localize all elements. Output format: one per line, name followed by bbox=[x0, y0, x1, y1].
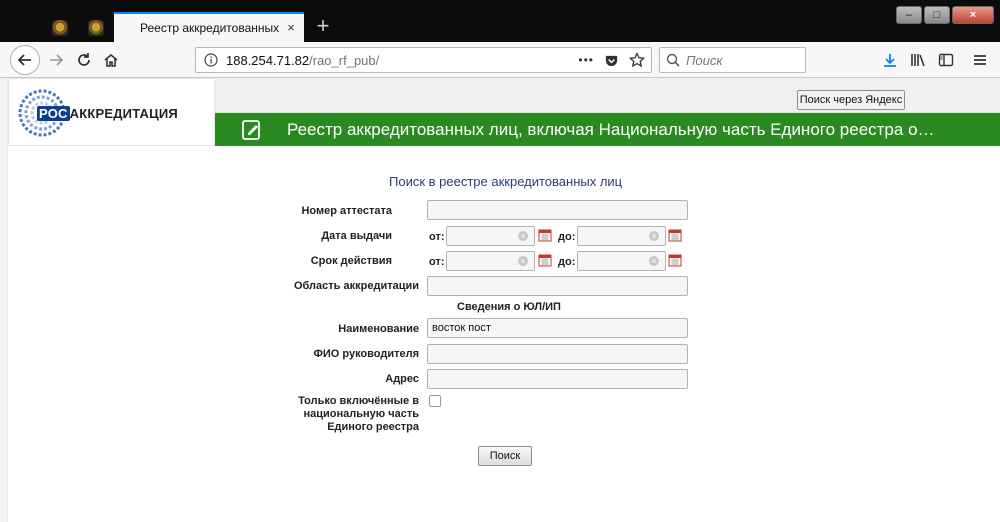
pinned-tab-2[interactable] bbox=[78, 14, 114, 42]
entity-section-heading: Сведения о ЮЛ/ИП bbox=[457, 301, 561, 313]
sidebar-icon bbox=[938, 53, 954, 67]
logo-ros: РОС bbox=[37, 106, 70, 121]
pinned-tab-1[interactable] bbox=[42, 14, 78, 42]
back-button[interactable] bbox=[10, 45, 40, 75]
home-icon bbox=[104, 53, 118, 67]
issue-date-label: Дата выдачи bbox=[321, 230, 392, 242]
accreditation-area-input[interactable] bbox=[427, 276, 688, 296]
rosaccreditation-logo[interactable]: РОС АККРЕДИТАЦИЯ bbox=[8, 78, 215, 146]
window-controls: – □ × bbox=[896, 6, 994, 24]
tab-strip: Реестр аккредитованных лиц × + – □ × bbox=[0, 0, 1000, 42]
search-icon bbox=[666, 53, 680, 67]
url-actions: ••• bbox=[578, 52, 645, 68]
reload-icon bbox=[78, 53, 90, 66]
hamburger-menu-icon bbox=[974, 55, 986, 65]
close-window-button[interactable]: × bbox=[952, 6, 994, 24]
new-tab-button[interactable]: + bbox=[312, 13, 334, 39]
clear-icon[interactable]: × bbox=[518, 256, 528, 266]
search-placeholder: Поиск bbox=[686, 52, 723, 68]
clear-icon[interactable]: × bbox=[649, 256, 659, 266]
national-only-label-line-3: Единого реестра bbox=[327, 421, 419, 433]
forward-button[interactable] bbox=[42, 46, 70, 74]
clear-icon[interactable]: × bbox=[649, 231, 659, 241]
form-title: Поиск в реестре аккредитованных лиц bbox=[389, 174, 623, 189]
validity-from-label: от: bbox=[429, 256, 445, 268]
sidebar-button[interactable] bbox=[932, 46, 960, 74]
browser-window: Реестр аккредитованных лиц × + – □ × 188… bbox=[0, 0, 1000, 522]
yandex-search-button[interactable]: Поиск через Яндекс bbox=[797, 90, 905, 110]
national-only-label-line-2: национальную часть bbox=[303, 408, 420, 420]
address-input[interactable] bbox=[427, 369, 688, 389]
pocket-icon[interactable] bbox=[604, 53, 619, 68]
page-side-gutter bbox=[0, 78, 8, 522]
home-button[interactable] bbox=[97, 46, 125, 74]
certificate-number-label: Номер аттестата bbox=[301, 205, 392, 217]
calendar-icon[interactable] bbox=[538, 228, 552, 242]
director-input[interactable] bbox=[427, 344, 688, 364]
library-button[interactable] bbox=[904, 46, 932, 74]
logo-text: РОС АККРЕДИТАЦИЯ bbox=[37, 106, 178, 121]
page-actions-icon[interactable]: ••• bbox=[578, 53, 594, 67]
menu-button[interactable] bbox=[966, 46, 994, 74]
calendar-icon[interactable] bbox=[668, 228, 682, 242]
address-label: Адрес bbox=[385, 373, 419, 385]
info-icon[interactable] bbox=[204, 53, 218, 67]
search-button[interactable]: Поиск bbox=[478, 446, 532, 466]
name-label: Наименование bbox=[338, 323, 419, 335]
name-input[interactable] bbox=[427, 318, 688, 338]
bookmark-star-icon[interactable] bbox=[629, 52, 645, 68]
issue-date-from-label: от: bbox=[429, 231, 445, 243]
reload-button[interactable] bbox=[70, 46, 98, 74]
download-icon bbox=[884, 54, 896, 67]
calendar-icon[interactable] bbox=[668, 253, 682, 267]
clear-icon[interactable]: × bbox=[518, 231, 528, 241]
certificate-number-input[interactable] bbox=[427, 200, 688, 220]
accreditation-area-label: Область аккредитации bbox=[293, 280, 419, 292]
navigation-bar: 188.254.71.82/rao_rf_pub/ ••• Поиск bbox=[0, 42, 1000, 78]
issue-date-from-input[interactable]: × bbox=[446, 226, 535, 246]
close-tab-icon[interactable]: × bbox=[284, 21, 298, 35]
active-tab[interactable]: Реестр аккредитованных лиц × bbox=[114, 12, 304, 42]
banner-title: Реестр аккредитованных лиц, включая Наци… bbox=[287, 119, 935, 139]
downloads-button[interactable] bbox=[876, 46, 904, 74]
library-icon bbox=[911, 54, 925, 67]
validity-to-input[interactable]: × bbox=[577, 251, 666, 271]
arrow-left-icon bbox=[17, 54, 31, 66]
validity-from-input[interactable]: × bbox=[446, 251, 535, 271]
url-host: 188.254.71.82 bbox=[226, 52, 310, 68]
logo-rest: АККРЕДИТАЦИЯ bbox=[69, 106, 178, 121]
coat-of-arms-icon bbox=[88, 20, 104, 36]
url-path: /rao_rf_pub/ bbox=[309, 52, 380, 68]
national-only-checkbox[interactable] bbox=[429, 395, 441, 407]
director-label: ФИО руководителя bbox=[313, 348, 419, 360]
calendar-icon[interactable] bbox=[538, 253, 552, 267]
national-only-label-line-1: Только включённые в bbox=[298, 395, 419, 407]
validity-label: Срок действия bbox=[310, 255, 392, 267]
validity-to-label: до: bbox=[558, 256, 576, 268]
tab-title: Реестр аккредитованных лиц bbox=[140, 21, 280, 35]
issue-date-to-input[interactable]: × bbox=[577, 226, 666, 246]
coat-of-arms-icon bbox=[52, 20, 68, 36]
issue-date-to-label: до: bbox=[558, 231, 576, 243]
arrow-right-icon bbox=[50, 54, 64, 66]
minimize-button[interactable]: – bbox=[896, 6, 922, 24]
address-bar[interactable]: 188.254.71.82/rao_rf_pub/ ••• bbox=[195, 47, 652, 73]
maximize-button[interactable]: □ bbox=[924, 6, 950, 24]
national-only-label: Только включённые в национальную часть Е… bbox=[119, 395, 419, 434]
search-bar[interactable]: Поиск bbox=[659, 47, 806, 73]
edit-document-icon bbox=[239, 119, 265, 141]
page-banner: Реестр аккредитованных лиц, включая Наци… bbox=[215, 113, 1000, 146]
